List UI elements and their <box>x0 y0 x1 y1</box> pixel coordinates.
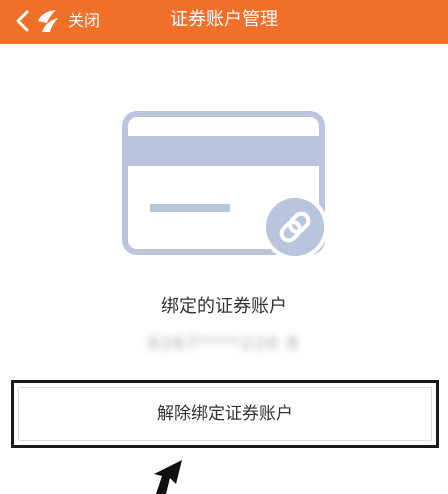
chevron-left-icon <box>16 10 29 32</box>
unbind-account-button[interactable]: 解除绑定证券账户 <box>18 387 432 441</box>
card-icon <box>122 111 328 260</box>
app-logo-icon <box>38 10 58 32</box>
account-management-page: 关闭 证券账户管理 绑定的证券账户 0267****220 8 解除绑定证券账户 <box>0 0 448 494</box>
back-button[interactable] <box>8 6 38 36</box>
cursor-arrow-icon <box>154 460 182 494</box>
link-icon <box>262 194 328 260</box>
account-number: 0267****220 8 <box>148 334 300 354</box>
bound-account-label: 绑定的证券账户 <box>161 296 287 317</box>
header-bar: 关闭 证券账户管理 <box>0 0 448 44</box>
close-button[interactable]: 关闭 <box>68 8 100 34</box>
